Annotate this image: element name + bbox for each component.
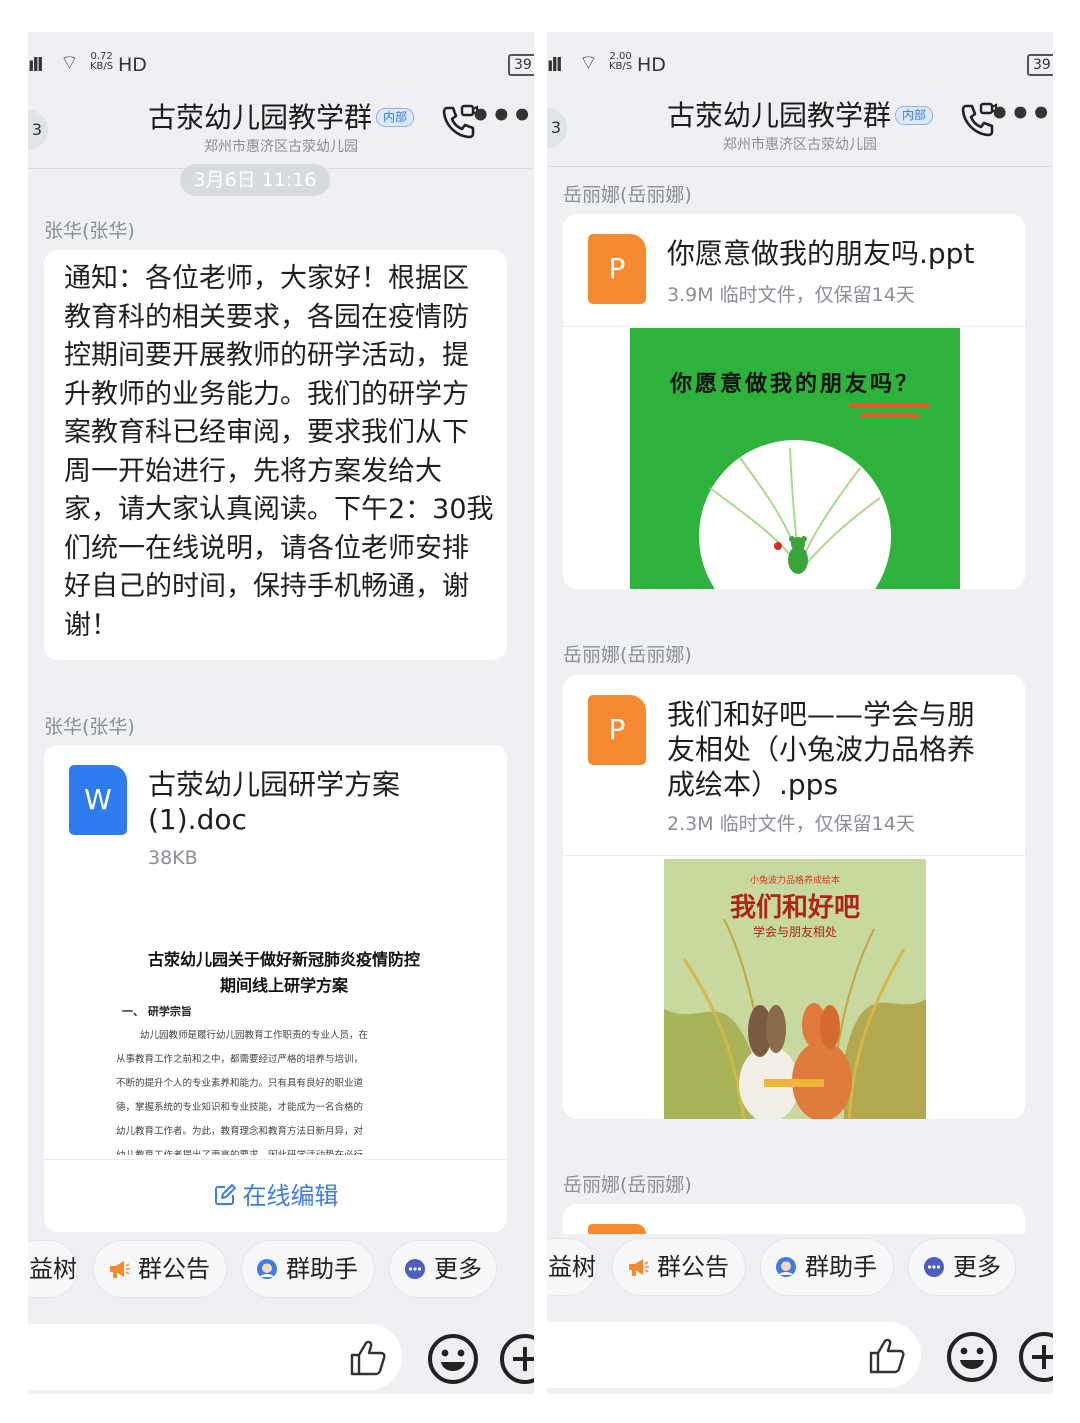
online-edit-label: 在线编辑 (242, 1182, 339, 1210)
doc-title-line-1: 古荥幼儿园关于做好新冠肺炎疫情防控 (147, 950, 420, 969)
more-circle-icon (405, 1259, 425, 1279)
cover-subtitle: 学会与朋友相处 (752, 925, 837, 939)
hd-indicator: HD (637, 54, 666, 76)
file-message-card[interactable]: P 你愿意做我的朋友吗.ppt 3.9M 临时文件，仅保留14天 你愿意做我的朋… (563, 214, 1025, 589)
megaphone-icon (629, 1259, 649, 1276)
edit-icon (214, 1184, 236, 1205)
input-bar (28, 1324, 534, 1394)
plus-icon[interactable] (1017, 1330, 1053, 1384)
battery-indicator: 39 (508, 54, 534, 76)
online-edit-button[interactable]: 在线编辑 (44, 1160, 507, 1232)
input-bar (547, 1322, 1053, 1392)
doc-title-line-2: 期间线上研学方案 (219, 976, 348, 995)
file-meta: 3.9M 临时文件，仅保留14天 (667, 284, 915, 306)
ppt-file-icon: P (588, 695, 646, 765)
assistant-icon (776, 1257, 796, 1277)
group-title: 古荥幼儿园教学群 (666, 99, 891, 132)
assistant-chip[interactable]: 群助手 (241, 1240, 375, 1298)
emoji-icon[interactable] (945, 1330, 999, 1384)
announcement-chip[interactable]: 群公告 (93, 1240, 227, 1298)
message-input[interactable] (28, 1324, 402, 1390)
message-sender[interactable]: 岳丽娜(岳丽娜) (563, 640, 692, 667)
quick-toolbar: 益树 群公告 群助手 更多 (547, 1238, 1053, 1300)
text-message-bubble[interactable]: 通知：各位老师，大家好！根据区教育科的相关要求，各园在疫情防控期间要开展教师的研… (44, 250, 507, 660)
status-bar: ıll ⌔ 0.72 KB/S HD 39 (28, 50, 534, 80)
internal-tag: 内部 (895, 106, 934, 125)
cover-series: 小兔波力品格养成绘本 (749, 876, 840, 886)
message-input[interactable] (547, 1322, 921, 1388)
file-header[interactable]: P 你愿意做我的朋友吗.ppt 3.9M 临时文件，仅保留14天 (563, 214, 1025, 327)
signal-icon: ıll (547, 54, 562, 76)
assistant-chip[interactable]: 群助手 (760, 1238, 894, 1296)
file-name: 你愿意做我的朋友吗.ppt (667, 237, 975, 270)
doc-line: 从事教育工作之前和之中，都需要经过严格的培养与培训， (116, 1054, 364, 1065)
file-size: 38KB (148, 847, 198, 869)
more-label: 更多 (953, 1253, 1001, 1281)
wifi-icon: ⌔ (579, 50, 598, 74)
message-sender[interactable]: 张华(张华) (44, 216, 135, 243)
more-circle-icon (924, 1257, 944, 1277)
chip-partial[interactable]: 益树 (547, 1238, 597, 1296)
signal-icon: ıll (28, 54, 43, 76)
cover-title: 我们和好吧 (729, 893, 860, 923)
emoji-icon[interactable] (426, 1332, 480, 1386)
word-file-icon: W (69, 765, 127, 835)
announcement-label: 群公告 (138, 1255, 210, 1283)
megaphone-icon (110, 1261, 130, 1278)
file-header[interactable]: P 我们和好吧——学会与朋 友相处（小兔波力品格养 成绘本）.pps 2.3M … (563, 675, 1025, 856)
announcement-label: 群公告 (657, 1253, 729, 1281)
file-header[interactable]: W 古荥幼儿园研学方案 (1).doc 38KB (44, 745, 507, 894)
ppt-cover-image[interactable]: 你愿意做我的朋友吗？ (630, 328, 960, 589)
file-name: 古荥幼儿园研学方案 (1).doc (148, 768, 401, 836)
assistant-label: 群助手 (805, 1253, 877, 1281)
document-preview[interactable]: 古荥幼儿园关于做好新冠肺炎疫情防控 期间线上研学方案 一、 研学宗旨 幼儿园教师… (44, 893, 507, 1160)
chat-screen-left: ıll ⌔ 0.72 KB/S HD 39 3 古荥幼儿园教学群 内部 郑州市惠济区… (28, 32, 534, 1394)
more-chip[interactable]: 更多 (389, 1240, 497, 1298)
message-sender[interactable]: 岳丽娜(岳丽娜) (563, 180, 692, 207)
quick-toolbar: 益树 群公告 群助手 更多 (28, 1240, 534, 1302)
pps-cover-image[interactable]: 小兔波力品格养成绘本 我们和好吧 学会与朋友相处 (664, 859, 926, 1119)
chat-header: 3 古荥幼儿园教学群 内部 郑州市惠济区古荥幼儿园 ••• (28, 88, 534, 169)
group-title: 古荥幼儿园教学群 (147, 101, 372, 134)
doc-line: 幼儿教育工作者提出了更高的要求，因此研学活动势在必行 (116, 1147, 442, 1155)
more-chip[interactable]: 更多 (908, 1238, 1016, 1296)
more-label: 更多 (434, 1255, 482, 1283)
announcement-chip[interactable]: 群公告 (612, 1238, 746, 1296)
more-dots-icon[interactable]: ••• (470, 96, 533, 136)
file-name: 我们和好吧——学会与朋 友相处（小兔波力品格养 成绘本）.pps (667, 698, 976, 801)
file-message-card[interactable]: W 古荥幼儿园研学方案 (1).doc 38KB 古荥幼儿园关于做好新冠肺炎疫情… (44, 745, 507, 1232)
network-speed: 2.00 KB/S (609, 51, 633, 72)
battery-indicator: 39 (1027, 54, 1053, 76)
chat-header: 3 古荥幼儿园教学群 内部 郑州市惠济区古荥幼儿园 ••• (547, 86, 1053, 167)
message-sender[interactable]: 张华(张华) (44, 712, 135, 739)
hd-indicator: HD (118, 54, 147, 76)
internal-tag: 内部 (376, 108, 415, 127)
doc-line: 德，掌握系统的专业知识和专业技能，才能成为一名合格的 (116, 1102, 364, 1113)
cover-illustration (699, 440, 891, 589)
doc-line: 幼儿教育工作者。为此，教育理念和教育方法日新月异，对 (116, 1126, 364, 1137)
assistant-icon (257, 1259, 277, 1279)
more-dots-icon[interactable]: ••• (989, 94, 1052, 134)
network-speed: 0.72 KB/S (90, 51, 114, 72)
timestamp-pill: 3月6日 11:16 (180, 164, 330, 196)
assistant-label: 群助手 (286, 1255, 358, 1283)
ppt-file-icon (588, 1224, 646, 1234)
wifi-icon: ⌔ (60, 50, 79, 74)
doc-section-heading: 一、 研学宗旨 (122, 1005, 192, 1018)
notice-text: 通知：各位老师，大家好！根据区教育科的相关要求，各园在疫情防控期间要开展教师的研… (64, 263, 494, 641)
thumbs-up-icon[interactable] (348, 1338, 388, 1378)
doc-line: 不断的提升个人的专业素养和能力。只有具有良好的职业道 (116, 1078, 364, 1089)
ppt-file-icon: P (588, 234, 646, 304)
message-sender[interactable]: 岳丽娜(岳丽娜) (563, 1170, 692, 1197)
status-bar: ıll ⌔ 2.00 KB/S HD 39 (547, 50, 1053, 80)
chat-screen-right: ıll ⌔ 2.00 KB/S HD 39 3 古荥幼儿园教学群 内部 郑州市惠济区… (547, 32, 1053, 1394)
plus-icon[interactable] (498, 1332, 534, 1386)
file-message-card[interactable]: P 我们和好吧——学会与朋 友相处（小兔波力品格养 成绘本）.pps 2.3M … (563, 675, 1025, 1119)
doc-line: 幼儿园教师是履行幼儿园教育工作职责的专业人员，在 (140, 1030, 369, 1041)
thumbs-up-icon[interactable] (867, 1336, 907, 1376)
chip-partial[interactable]: 益树 (28, 1240, 78, 1298)
file-meta: 2.3M 临时文件，仅保留14天 (667, 813, 915, 835)
file-message-card-partial[interactable] (563, 1204, 1025, 1234)
